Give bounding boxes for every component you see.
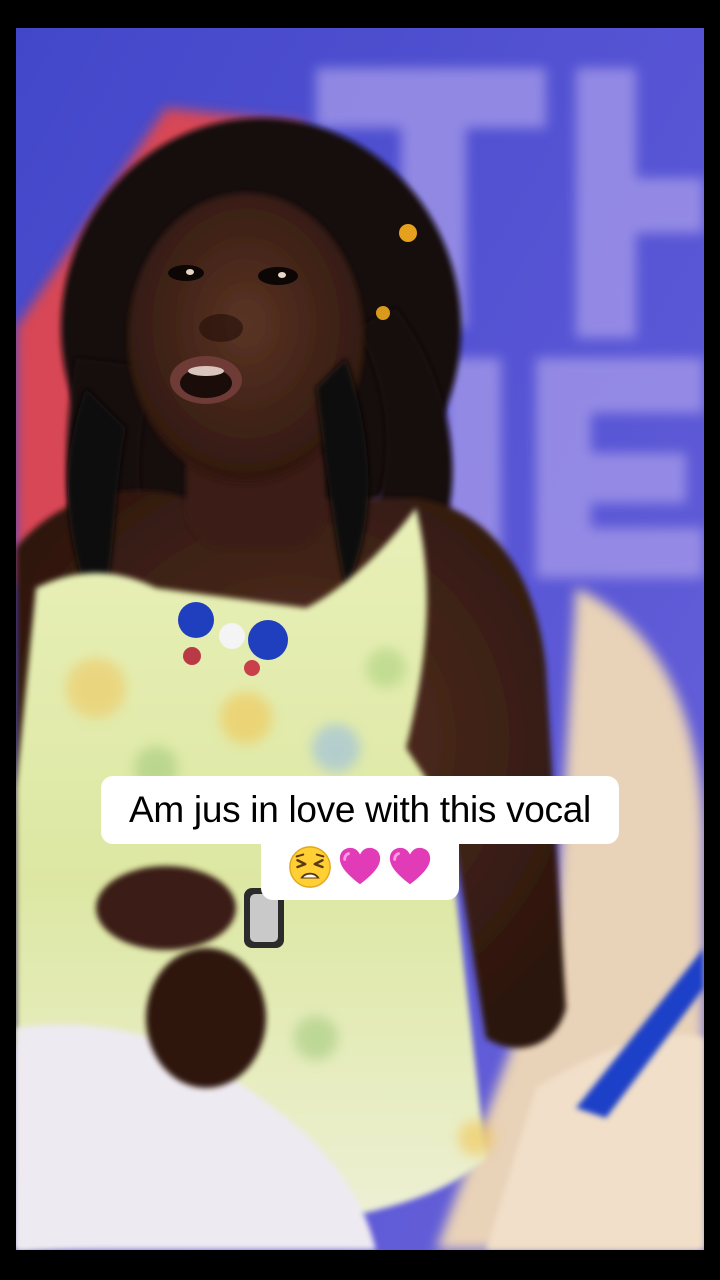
caption-emoji-row bbox=[261, 838, 459, 900]
video-frame[interactable] bbox=[16, 28, 704, 1250]
pink-heart-emoji bbox=[339, 847, 381, 885]
caption-text: Am jus in love with this vocal bbox=[101, 776, 619, 844]
caption-overlay: Am jus in love with this vocal bbox=[0, 776, 720, 900]
video-screen: Am jus in love with this vocal bbox=[0, 0, 720, 1280]
tired-face-emoji bbox=[289, 846, 331, 888]
video-still bbox=[16, 28, 704, 1250]
pink-heart-emoji bbox=[389, 847, 431, 885]
